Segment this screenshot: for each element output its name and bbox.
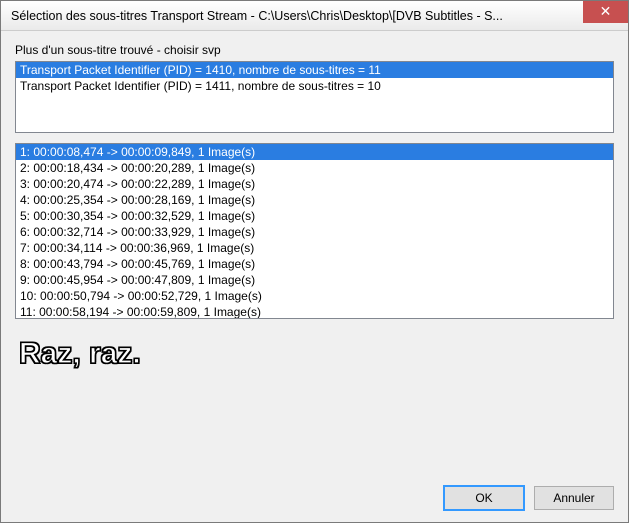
close-icon: ✕ <box>600 3 612 20</box>
window-title: Sélection des sous-titres Transport Stre… <box>1 9 583 23</box>
subtitle-list-row[interactable]: 10: 00:00:50,794 -> 00:00:52,729, 1 Imag… <box>16 288 613 304</box>
subtitle-list-row[interactable]: 9: 00:00:45,954 -> 00:00:47,809, 1 Image… <box>16 272 613 288</box>
instruction-label: Plus d'un sous-titre trouvé - choisir sv… <box>15 43 614 57</box>
subtitle-list-row[interactable]: 5: 00:00:30,354 -> 00:00:32,529, 1 Image… <box>16 208 613 224</box>
subtitle-list-row[interactable]: 3: 00:00:20,474 -> 00:00:22,289, 1 Image… <box>16 176 613 192</box>
close-button[interactable]: ✕ <box>583 1 628 23</box>
button-bar: OK Annuler <box>1 478 628 522</box>
pid-list-row[interactable]: Transport Packet Identifier (PID) = 1411… <box>16 78 613 94</box>
pid-list-row[interactable]: Transport Packet Identifier (PID) = 1410… <box>16 62 613 78</box>
cancel-button[interactable]: Annuler <box>534 486 614 510</box>
ok-button[interactable]: OK <box>444 486 524 510</box>
titlebar: Sélection des sous-titres Transport Stre… <box>1 1 628 31</box>
pid-listview[interactable]: Transport Packet Identifier (PID) = 1410… <box>15 61 614 133</box>
subtitle-list-row[interactable]: 1: 00:00:08,474 -> 00:00:09,849, 1 Image… <box>16 144 613 160</box>
subtitle-list-row[interactable]: 6: 00:00:32,714 -> 00:00:33,929, 1 Image… <box>16 224 613 240</box>
subtitle-listview[interactable]: 1: 00:00:08,474 -> 00:00:09,849, 1 Image… <box>15 143 614 319</box>
subtitle-preview-text: Raz, raz. <box>19 337 610 371</box>
subtitle-list-row[interactable]: 7: 00:00:34,114 -> 00:00:36,969, 1 Image… <box>16 240 613 256</box>
subtitle-list-row[interactable]: 4: 00:00:25,354 -> 00:00:28,169, 1 Image… <box>16 192 613 208</box>
preview-area: Raz, raz. <box>15 319 614 472</box>
dialog-window: Sélection des sous-titres Transport Stre… <box>0 0 629 523</box>
subtitle-list-row[interactable]: 11: 00:00:58,194 -> 00:00:59,809, 1 Imag… <box>16 304 613 319</box>
subtitle-list-row[interactable]: 8: 00:00:43,794 -> 00:00:45,769, 1 Image… <box>16 256 613 272</box>
dialog-content: Plus d'un sous-titre trouvé - choisir sv… <box>1 31 628 478</box>
subtitle-list-row[interactable]: 2: 00:00:18,434 -> 00:00:20,289, 1 Image… <box>16 160 613 176</box>
